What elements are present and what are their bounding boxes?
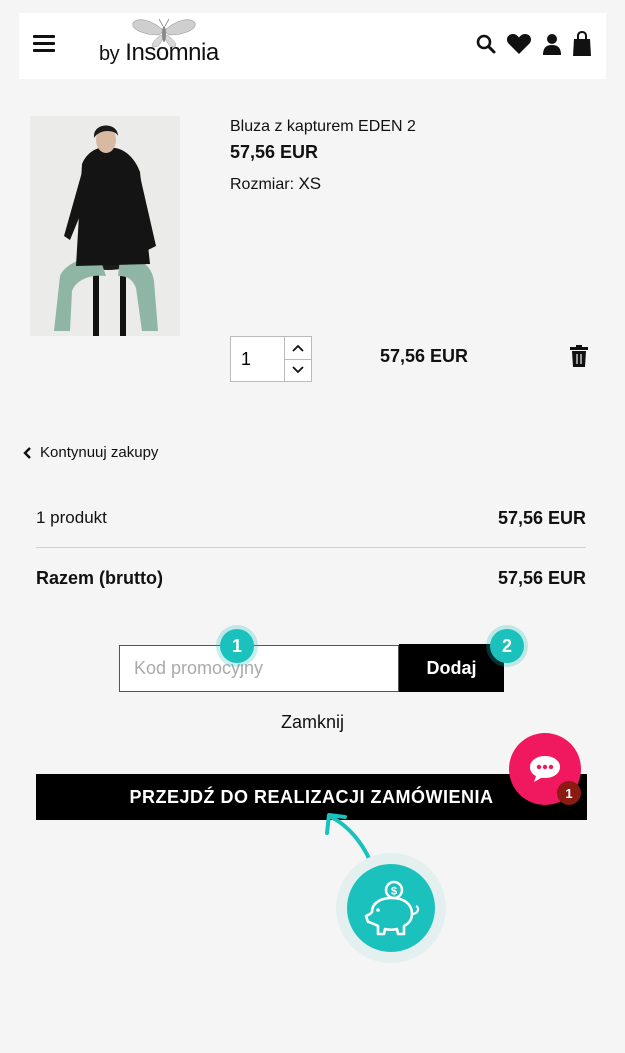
continue-shopping-label: Kontynuuj zakupy (40, 444, 159, 461)
product-price: 57,56 EUR (230, 142, 319, 162)
savings-button[interactable]: $ (347, 864, 435, 952)
summary-total-row: Razem (brutto) 57,56 EUR (36, 568, 586, 589)
chevron-down-icon (292, 366, 304, 374)
line-total: 57,56 EUR (380, 346, 469, 366)
logo-name: Insomnia (125, 39, 219, 66)
continue-shopping-link[interactable]: Kontynuuj zakupy (22, 444, 158, 461)
svg-text:$: $ (391, 886, 397, 898)
logo-prefix: by (99, 43, 120, 65)
quantity-decrease-button[interactable] (285, 359, 311, 381)
checkout-button[interactable]: PRZEJDŹ DO REALIZACJI ZAMÓWIENIA (36, 774, 587, 820)
close-link[interactable]: Zamknij (0, 712, 625, 733)
header-icons (476, 31, 592, 57)
add-promo-button[interactable]: Dodaj (399, 644, 504, 692)
logo-text: by Insomnia (99, 39, 219, 67)
user-icon[interactable] (542, 33, 562, 55)
chevron-up-icon (292, 344, 304, 352)
product-size: Rozmiar: XS (230, 174, 321, 194)
size-label: Rozmiar: (230, 176, 295, 193)
chat-bubble-icon (530, 756, 560, 782)
summary-items-value: 57,56 EUR (497, 508, 586, 528)
summary-items-label: 1 produkt (36, 508, 107, 527)
trash-icon[interactable] (570, 345, 588, 367)
chevron-left-icon (23, 446, 31, 459)
heart-icon[interactable] (506, 33, 532, 55)
summary-total-label: Razem (brutto) (36, 568, 163, 588)
quantity-input[interactable] (231, 337, 287, 381)
quantity-buttons (284, 337, 311, 381)
quantity-increase-button[interactable] (285, 337, 311, 360)
product-image[interactable] (30, 116, 180, 336)
size-value: XS (298, 174, 322, 193)
summary-items-row: 1 produkt 57,56 EUR (36, 508, 586, 529)
logo[interactable]: by Insomnia (99, 17, 259, 75)
step-badge-1: 1 (220, 629, 254, 663)
chat-unread-badge: 1 (557, 781, 581, 805)
quantity-stepper (230, 336, 312, 382)
promo-code-input[interactable] (119, 645, 399, 692)
summary-total-value: 57,56 EUR (497, 568, 586, 588)
search-icon[interactable] (476, 34, 496, 54)
piggy-bank-icon: $ (364, 880, 420, 936)
menu-icon[interactable] (33, 35, 55, 53)
summary-divider (36, 547, 586, 548)
product-photo (30, 116, 180, 336)
site-header: by Insomnia (19, 13, 606, 79)
bag-icon[interactable] (572, 31, 592, 57)
product-name[interactable]: Bluza z kapturem EDEN 2 (230, 118, 416, 136)
step-badge-2: 2 (490, 629, 524, 663)
